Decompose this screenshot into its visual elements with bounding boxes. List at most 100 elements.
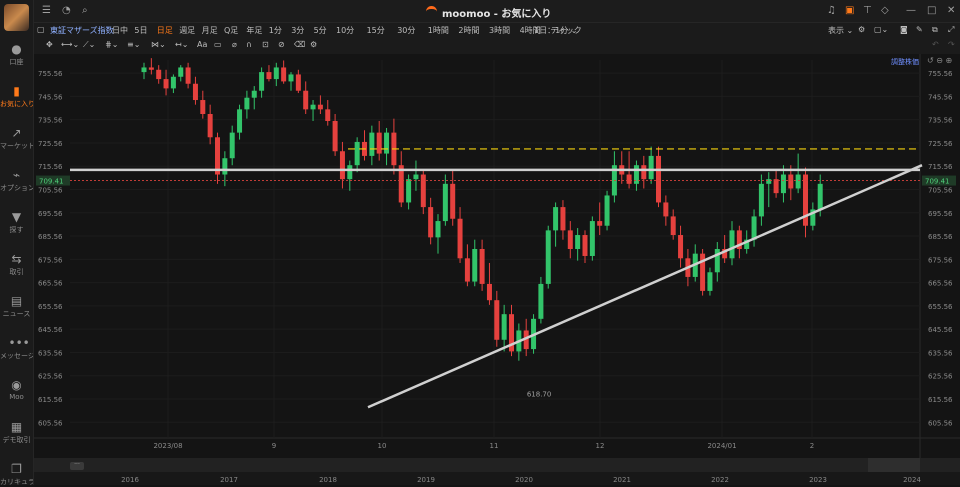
navigator-track[interactable] [34, 458, 960, 472]
timeframe-15[interactable]: 3時間 [489, 25, 510, 36]
sidebar-item-9[interactable]: ▦ デモ取引 [0, 420, 33, 445]
price-chart[interactable]: 755.56 755.56 745.56 745.56 735.56 735.56 725.… [34, 54, 960, 458]
timeframe-11[interactable]: 15分 [367, 25, 385, 36]
interval-select[interactable]: 1日：1分 ⌄ [534, 25, 577, 36]
close-icon[interactable]: ✕ [947, 5, 955, 16]
tool-settings-icon[interactable]: ⚙ [310, 40, 317, 49]
pattern-tool-icon[interactable]: ⋈⌄ [151, 40, 166, 49]
sidebar-item-4[interactable]: ▼ 探す [0, 210, 33, 235]
timeframe-4[interactable]: 月足 [202, 25, 218, 36]
candle-body [626, 174, 632, 184]
display-menu[interactable]: 表示 ⌄ [828, 25, 853, 36]
crosshair-icon[interactable]: ✥ [46, 40, 53, 49]
channel-tool-icon[interactable]: ⋕⌄ [105, 40, 118, 49]
title-bar: ☰ ◔ ⌕ moomoo - お気に入り ♫ ▣ ⊤ ◇ — □ ✕ [34, 0, 960, 22]
navigator-selection[interactable] [868, 458, 920, 472]
sidebar-item-5[interactable]: ⇆ 取引 [0, 252, 33, 277]
candle-body [538, 283, 544, 319]
timeframe-8[interactable]: 3分 [291, 25, 304, 36]
candle-body [148, 67, 154, 70]
timeframe-9[interactable]: 5分 [314, 25, 327, 36]
hide-tool-icon[interactable]: ⊘ [278, 40, 285, 49]
timeframe-0[interactable]: 日中 [112, 25, 128, 36]
sidebar-item-3[interactable]: ⌁ オプション [0, 168, 33, 193]
sidebar-item-6[interactable]: ▤ ニュース [0, 294, 33, 319]
lock-tool-icon[interactable]: ⊡ [262, 40, 269, 49]
candle-body [222, 158, 228, 175]
timeframe-1[interactable]: 5日 [134, 25, 147, 36]
price-tick-left: 645.56 [38, 326, 63, 334]
pen-icon[interactable]: ✎ [916, 25, 923, 34]
layout-icon[interactable]: ▢ [37, 25, 45, 34]
sidebar-item-1[interactable]: ▮ お気に入り [0, 84, 33, 109]
layout-select-icon[interactable]: ▢⌄ [874, 25, 888, 34]
delete-icon[interactable]: ⌫ [294, 40, 305, 49]
timeframe-3[interactable]: 週足 [179, 25, 195, 36]
copy-icon[interactable]: ⧉ [932, 25, 938, 35]
sidebar-item-0[interactable]: ● 口座 [0, 42, 33, 67]
candle-body [273, 67, 279, 80]
interval-select-value: 1日：1分 [534, 26, 569, 35]
magnet-icon[interactable]: ∩ [246, 40, 252, 49]
line-tool-icon[interactable]: ⟷⌄ [61, 40, 79, 49]
settings-icon[interactable]: ⚙ [858, 25, 865, 34]
sidebar-item-label: 取引 [9, 268, 24, 276]
candle-body [406, 179, 412, 203]
candle-body [729, 230, 735, 259]
minimize-icon[interactable]: — [906, 5, 916, 16]
timeframe-7[interactable]: 1分 [269, 25, 282, 36]
navigator-year: 2020 [515, 476, 533, 484]
text-tool-icon[interactable]: Aa [197, 40, 207, 49]
eraser-icon[interactable]: ⌀ [232, 40, 237, 49]
time-navigator[interactable]: 2016 2017 2018 2019 2020 2021 2022 2023 2024 ··· [34, 458, 960, 485]
candle-body [714, 249, 720, 273]
chart-reset-icon[interactable]: ↺ ⊖ ⊕ [927, 56, 952, 65]
lock-icon[interactable]: ▣ [845, 5, 854, 16]
sidebar-item-label: デモ取引 [2, 436, 31, 444]
search-icon[interactable]: ⌕ [82, 5, 88, 16]
redo-icon[interactable]: ↷ [948, 40, 955, 49]
candle-body [428, 207, 434, 238]
price-tick-right: 605.56 [928, 419, 953, 427]
candle-body [766, 179, 772, 184]
bell-icon[interactable]: ◔ [62, 5, 71, 16]
navigator-year: 2021 [613, 476, 631, 484]
adjusted-price-label[interactable]: 調整株価 [891, 57, 919, 67]
sidebar-item-7[interactable]: ••• メッセージ [0, 336, 33, 361]
timeframe-10[interactable]: 10分 [336, 25, 354, 36]
pen-tool-icon[interactable]: ⟋⌄ [83, 40, 95, 50]
price-tick-left: 605.56 [38, 419, 63, 427]
sidebar-item-8[interactable]: ◉ Moo [0, 378, 33, 401]
timeframe-12[interactable]: 30分 [397, 25, 415, 36]
timeframe-2[interactable]: 日足 [157, 25, 173, 36]
symbol-name[interactable]: 東証マザーズ指数 [50, 25, 114, 36]
timeframe-5[interactable]: Q足 [224, 25, 238, 36]
maximize-icon[interactable]: □ [927, 5, 936, 16]
timeframe-14[interactable]: 2時間 [458, 25, 479, 36]
comment-tool-icon[interactable]: ▭ [214, 40, 222, 49]
current-price-label-right: 709.41 [925, 178, 950, 186]
candle-body [553, 207, 559, 231]
navigator-year: 2019 [417, 476, 435, 484]
price-tick-right: 655.56 [928, 303, 953, 311]
candle-body [237, 109, 243, 133]
fib-tool-icon[interactable]: ≡⌄ [127, 40, 140, 49]
candle-body [288, 74, 294, 82]
navigator-handle-left[interactable]: ··· [70, 462, 84, 470]
timeframe-13[interactable]: 1時間 [428, 25, 449, 36]
candle-body [251, 90, 257, 98]
timeframe-6[interactable]: 年足 [246, 25, 262, 36]
expand-icon[interactable]: ⤢ [948, 25, 954, 35]
arrow-tool-icon[interactable]: ↤⌄ [175, 40, 188, 49]
display-label: 表示 [828, 26, 844, 35]
headset-icon[interactable]: ♫ [827, 5, 836, 16]
sidebar-item-2[interactable]: ↗ マーケット [0, 126, 33, 151]
camera-icon[interactable]: ◙ [900, 25, 908, 34]
menu-icon[interactable]: ☰ [42, 5, 51, 16]
shirt-icon[interactable]: ⊤ [863, 5, 872, 16]
sidebar-item-10[interactable]: ❐ カリキュラム [0, 462, 33, 487]
notification-icon[interactable]: ◇ [881, 5, 889, 16]
user-avatar[interactable] [4, 4, 29, 31]
user-icon: ● [11, 42, 22, 56]
undo-icon[interactable]: ↶ [932, 40, 939, 49]
